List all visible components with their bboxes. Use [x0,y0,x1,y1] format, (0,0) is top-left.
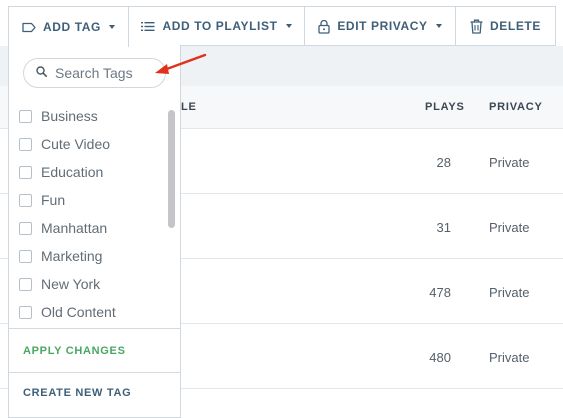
add-to-playlist-label: ADD TO PLAYLIST [162,19,278,33]
delete-label: DELETE [490,19,541,33]
tag-option[interactable]: Cute Video [19,134,110,154]
privacy-cell: Private [489,155,530,170]
tag-option-label: Education [41,164,104,180]
tag-option[interactable]: Fun [19,190,65,210]
privacy-cell: Private [489,220,530,235]
plays-cell: 31 [436,220,451,235]
search-icon [36,64,47,82]
tag-option-label: New York [41,276,101,292]
add-tag-label: ADD TAG [43,20,101,34]
privacy-cell: Private [489,285,530,300]
tag-option-label: Marketing [41,248,103,264]
create-new-tag-button[interactable]: CREATE NEW TAG [23,387,131,399]
tag-option[interactable]: Education [19,162,103,182]
plays-cell: 478 [429,285,451,300]
edit-privacy-button[interactable]: EDIT PRIVACY [304,6,456,46]
delete-button[interactable]: DELETE [455,6,556,46]
add-to-playlist-button[interactable]: ADD TO PLAYLIST [128,6,305,46]
tag-checkbox[interactable] [19,277,32,291]
tag-checkbox[interactable] [19,249,32,263]
chevron-down-icon [285,24,292,28]
trash-icon [470,19,483,34]
tag-option-label: Old Content [41,304,116,320]
tag-option[interactable]: New York [19,274,100,294]
tag-checkbox[interactable] [19,193,32,207]
plays-cell: 28 [436,155,451,170]
plays-column-header[interactable]: PLAYS [425,101,465,113]
plays-cell: 480 [429,350,451,365]
tag-option[interactable]: Marketing [19,246,102,266]
annotation-arrow-icon [155,53,207,74]
tag-option-label: Fun [41,192,66,208]
tag-checkbox[interactable] [19,305,32,319]
add-tag-button[interactable]: ADD TAG [8,6,129,47]
privacy-cell: Private [489,350,530,365]
list-icon [141,21,155,32]
search-tags-input[interactable]: Search Tags [23,58,166,88]
tag-checkbox[interactable] [19,221,32,235]
bulk-actions-toolbar: ADD TAG ADD TO PLAYLIST EDIT PRIVACY DEL… [0,0,563,47]
tag-checkbox[interactable] [19,109,32,123]
tag-list-scrollbar[interactable] [168,110,175,228]
tag-option-label: Cute Video [41,136,111,152]
privacy-column-header[interactable]: PRIVACY [489,101,543,113]
tag-list[interactable]: Business Cute Video Education Fun Manhat… [9,102,180,328]
tag-option[interactable]: Old Content [19,302,116,322]
tag-option-label: Business [41,108,98,124]
tag-icon [22,22,36,33]
divider [9,372,180,373]
title-column-header[interactable]: LE [181,101,197,113]
chevron-down-icon [108,25,115,29]
add-tag-dropdown: Search Tags Business Cute Video Educatio… [8,45,181,418]
apply-changes-button[interactable]: APPLY CHANGES [23,345,126,357]
chevron-down-icon [435,24,442,28]
tag-checkbox[interactable] [19,165,32,179]
lock-icon [318,19,330,34]
divider [9,328,180,329]
search-placeholder: Search Tags [55,65,133,81]
tag-option-label: Manhattan [41,220,108,236]
tag-option[interactable]: Business [19,106,98,126]
edit-privacy-label: EDIT PRIVACY [337,19,428,33]
tag-checkbox[interactable] [19,137,32,151]
tag-option[interactable]: Manhattan [19,218,107,238]
